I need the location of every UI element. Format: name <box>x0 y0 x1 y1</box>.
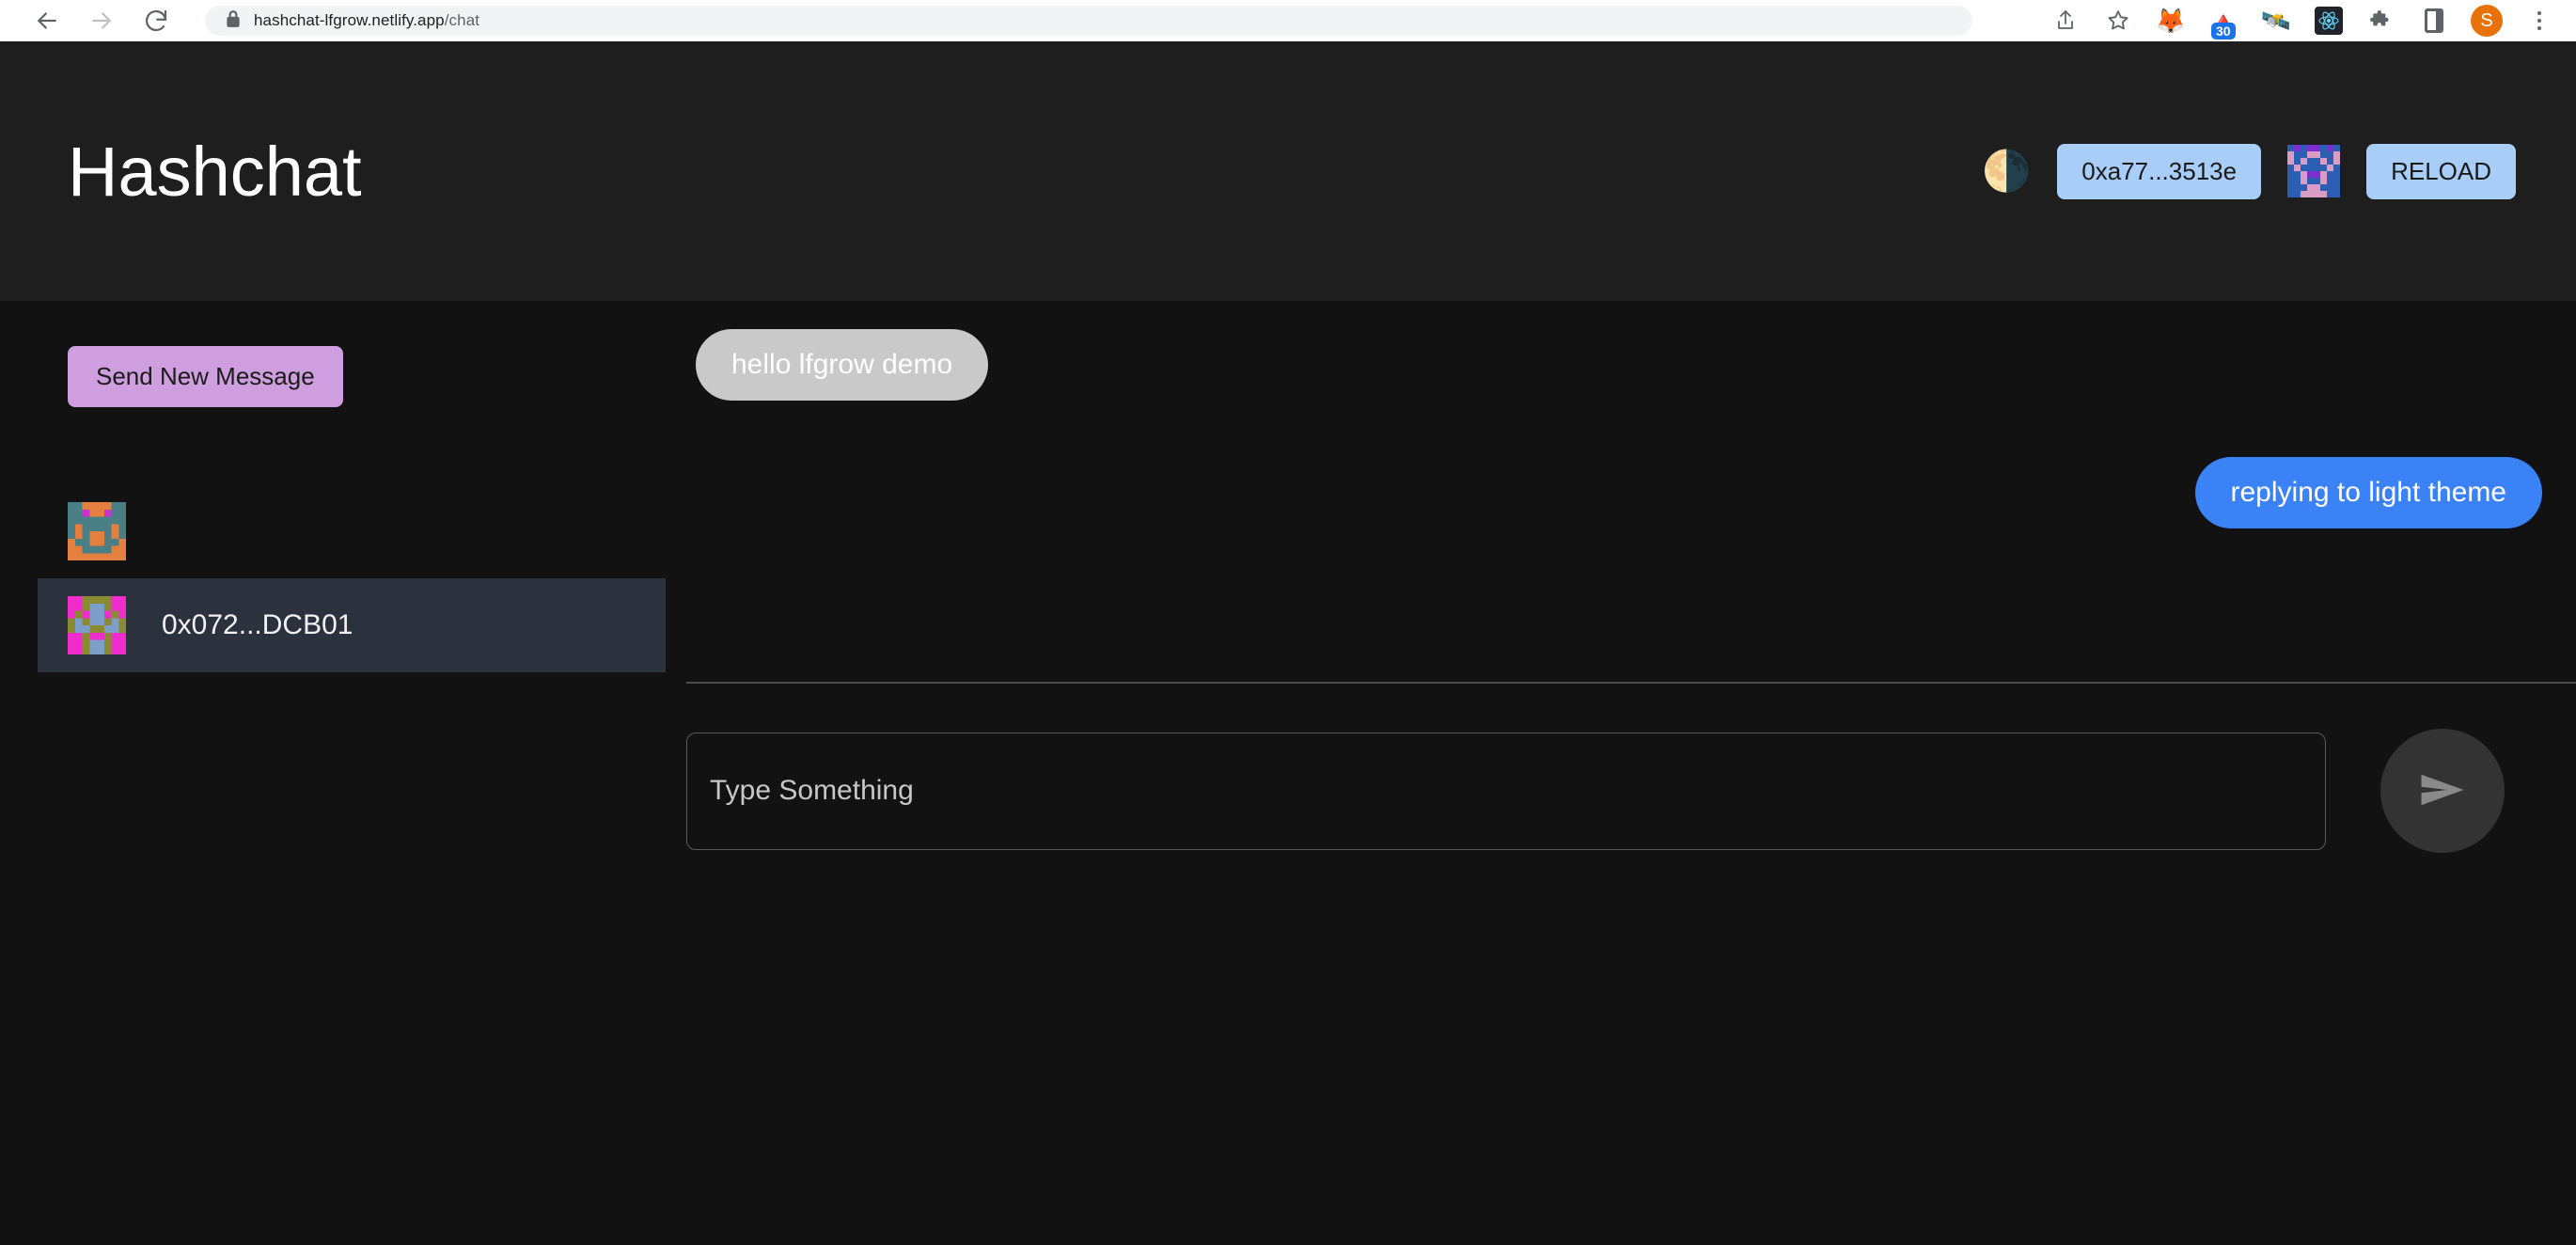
send-new-message-button[interactable]: Send New Message <box>68 346 343 407</box>
back-arrow-icon[interactable] <box>32 6 62 36</box>
message-list: hello lfgrow demo replying to light them… <box>668 301 2576 682</box>
list-item-label: 0x072...DCB01 <box>162 609 353 640</box>
browser-toolbar: hashchat-lfgrow.netlify.app/chat 🦊 🔺 30 … <box>0 0 2576 41</box>
browser-nav-buttons <box>32 6 171 36</box>
url-path: /chat <box>444 11 480 29</box>
list-item[interactable]: 0x072...DCB01 <box>38 578 666 672</box>
satellite-extension-icon[interactable]: 🛰️ <box>2260 5 2292 37</box>
forward-arrow-icon[interactable] <box>86 6 117 36</box>
bookmark-star-icon[interactable] <box>2102 5 2134 37</box>
page-title: Hashchat <box>68 132 362 211</box>
conversation-identicon <box>68 596 126 654</box>
account-address-button[interactable]: 0xa77...3513e <box>2057 143 2262 199</box>
message-row-outgoing: replying to light theme <box>668 457 2576 528</box>
metamask-extension-icon[interactable]: 🦊 <box>2155 5 2187 37</box>
send-paper-plane-icon <box>2414 762 2471 821</box>
reload-icon[interactable] <box>141 6 171 36</box>
theme-toggle-moon-icon[interactable]: 🌗 <box>1982 151 2031 191</box>
app-header: Hashchat 🌗 0xa77...3513e RELOAD <box>0 41 2576 301</box>
address-bar[interactable]: hashchat-lfgrow.netlify.app/chat <box>205 6 1972 36</box>
message-input[interactable] <box>686 732 2326 850</box>
browser-toolbar-icons: 🦊 🔺 30 🛰️ S <box>2050 5 2563 39</box>
message-composer <box>686 729 2576 853</box>
sidebar: Send New Message 0x072...DCB01 <box>0 301 668 1245</box>
url-text: hashchat-lfgrow.netlify.app/chat <box>254 11 479 30</box>
conversation-list: 0x072...DCB01 <box>38 484 666 672</box>
list-item[interactable] <box>38 484 666 578</box>
url-host: hashchat-lfgrow.netlify.app <box>254 11 445 29</box>
conversation-identicon <box>68 502 126 560</box>
profile-initial: S <box>2471 5 2503 37</box>
message-row-incoming: hello lfgrow demo <box>668 329 2576 401</box>
chrome-menu-icon[interactable] <box>2523 5 2555 37</box>
header-actions: 🌗 0xa77...3513e RELOAD <box>1982 143 2516 199</box>
extensions-puzzle-icon[interactable] <box>2365 5 2397 37</box>
send-message-button[interactable] <box>2380 729 2505 853</box>
pyramid-extension-icon[interactable]: 🔺 30 <box>2207 5 2239 39</box>
message-bubble-outgoing: replying to light theme <box>2194 457 2542 528</box>
side-panel-icon[interactable] <box>2418 5 2450 37</box>
lock-icon <box>226 9 241 33</box>
profile-avatar[interactable]: S <box>2471 5 2503 37</box>
composer-divider <box>686 682 2576 684</box>
message-bubble-incoming: hello lfgrow demo <box>696 329 989 401</box>
account-identicon <box>2287 145 2341 197</box>
reload-button[interactable]: RELOAD <box>2366 143 2516 199</box>
react-devtools-icon[interactable] <box>2313 5 2345 37</box>
share-icon[interactable] <box>2050 5 2081 37</box>
extension-badge-count: 30 <box>2211 22 2236 39</box>
app-body: Send New Message 0x072...DCB01 hello lfg… <box>0 301 2576 1245</box>
chat-pane: hello lfgrow demo replying to light them… <box>668 301 2576 1245</box>
